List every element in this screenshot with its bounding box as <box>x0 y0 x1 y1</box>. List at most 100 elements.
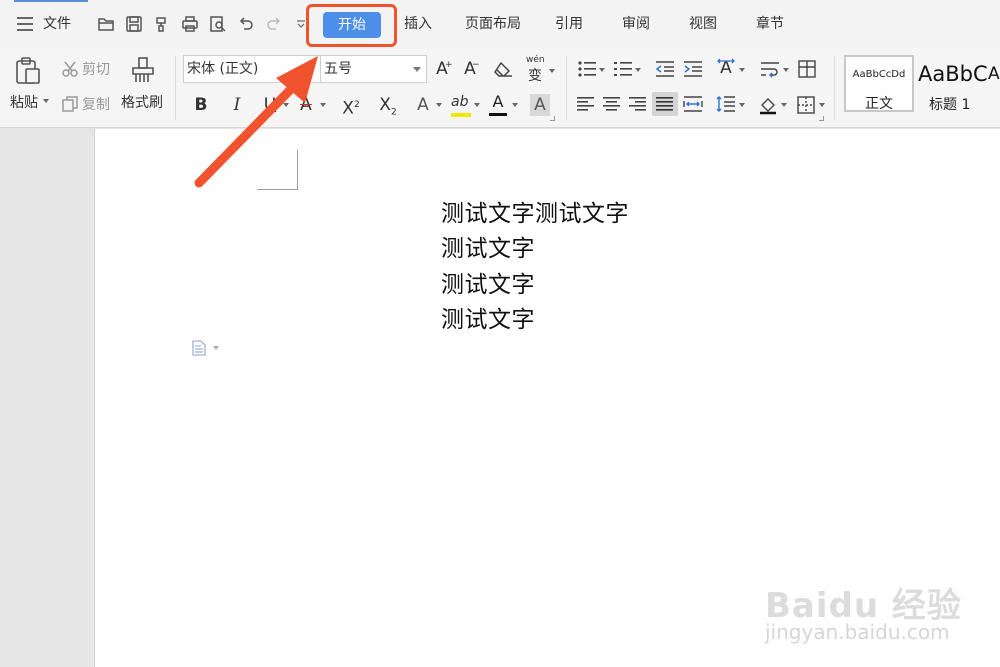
shading-icon[interactable] <box>758 95 778 115</box>
format-painter-icon[interactable] <box>153 15 171 33</box>
cut-label[interactable]: 剪切 <box>82 59 110 79</box>
table-insert-icon[interactable] <box>797 59 817 79</box>
paragraph-layout-dropdown-caret[interactable] <box>213 346 219 350</box>
text-direction-dropdown-caret[interactable] <box>739 68 745 72</box>
style-heading-1-sample: AaBbC <box>918 62 988 86</box>
pinyin-char: 变 <box>528 68 542 84</box>
document-line[interactable]: 测试文字测试文字 <box>441 194 629 228</box>
tab-page-layout[interactable]: 页面布局 <box>465 0 521 48</box>
numbered-list-dropdown-caret[interactable] <box>635 68 641 72</box>
text-effect-dropdown-caret[interactable] <box>436 103 442 107</box>
font-size-select[interactable]: 五号 <box>321 55 427 83</box>
borders-dropdown-caret[interactable] <box>819 103 825 107</box>
highlight-dropdown-caret[interactable] <box>474 103 480 107</box>
style-normal-sample: AaBbCcDd <box>852 69 906 80</box>
font-name-select[interactable]: 宋体 (正文) <box>183 55 321 83</box>
document-line[interactable]: 测试文字 <box>441 229 535 263</box>
underline-button[interactable]: U <box>262 94 278 116</box>
paste-dropdown-caret[interactable] <box>43 99 49 103</box>
paragraph-dialog-launcher[interactable] <box>819 116 824 121</box>
highlight-color-bar <box>451 113 471 117</box>
text-direction-button[interactable]: A <box>716 58 736 80</box>
highlight-button[interactable]: ab <box>451 93 471 117</box>
print-preview-icon[interactable] <box>209 15 227 33</box>
format-brush-icon[interactable] <box>130 56 156 86</box>
align-right-icon[interactable] <box>629 96 647 112</box>
format-painter-label[interactable]: 格式刷 <box>121 92 163 112</box>
pinyin-label: wén <box>526 55 545 65</box>
left-gutter <box>0 129 94 667</box>
undo-icon[interactable] <box>237 15 255 33</box>
paragraph-layout-icon[interactable] <box>192 340 206 356</box>
bullet-list-icon[interactable] <box>577 60 597 78</box>
line-break-icon[interactable] <box>760 60 780 78</box>
paste-icon[interactable] <box>14 56 42 86</box>
decrease-indent-icon[interactable] <box>655 60 675 78</box>
font-color-button[interactable]: A <box>489 93 507 117</box>
align-justify-icon <box>656 96 674 112</box>
open-icon[interactable] <box>97 15 115 33</box>
chevron-down-icon <box>413 67 421 72</box>
style-normal[interactable]: AaBbCcDd 正文 <box>844 55 914 112</box>
save-icon[interactable] <box>125 15 143 33</box>
distributed-align-icon[interactable] <box>683 95 703 113</box>
margin-corner-guide <box>297 150 298 189</box>
strikethrough-dropdown-caret[interactable] <box>320 103 326 107</box>
font-size-value: 五号 <box>324 61 352 77</box>
align-center-icon[interactable] <box>603 96 621 112</box>
grow-font-icon[interactable]: A + <box>433 58 452 80</box>
annotation-highlight-box <box>306 4 397 47</box>
document-line[interactable]: 测试文字 <box>441 265 535 299</box>
shrink-font-icon[interactable]: A − <box>461 58 479 80</box>
text-effect-button[interactable]: A <box>414 94 432 116</box>
font-name-value: 宋体 (正文) <box>187 61 259 77</box>
shading-dropdown-caret[interactable] <box>781 103 787 107</box>
tab-insert[interactable]: 插入 <box>404 0 432 48</box>
bold-button[interactable]: B <box>193 94 209 116</box>
group-separator <box>566 56 567 120</box>
borders-icon[interactable] <box>796 95 816 115</box>
char-shading-button[interactable]: A <box>530 94 550 116</box>
style-heading-1-name: 标题 1 <box>929 97 971 113</box>
copy-icon[interactable] <box>61 95 79 113</box>
align-left-icon[interactable] <box>577 96 595 112</box>
underline-dropdown-caret[interactable] <box>283 103 289 107</box>
numbered-list-icon[interactable] <box>613 60 633 78</box>
line-spacing-dropdown-caret[interactable] <box>739 103 745 107</box>
clear-format-icon[interactable] <box>493 60 513 78</box>
font-color-dropdown-caret[interactable] <box>512 103 518 107</box>
menu-bar: 文件 开始 插入 页面布局 引用 审阅 视图 章节 <box>0 0 1000 48</box>
watermark-url: jingyan.baidu.com <box>765 620 950 644</box>
increase-indent-icon[interactable] <box>683 60 703 78</box>
style-normal-name: 正文 <box>865 96 893 112</box>
tab-section[interactable]: 章节 <box>756 0 784 48</box>
font-color-bar <box>489 113 507 116</box>
strikethrough-button[interactable]: A <box>298 94 314 116</box>
line-break-dropdown-caret[interactable] <box>783 68 789 72</box>
file-menu[interactable]: 文件 <box>43 0 71 48</box>
paste-label[interactable]: 粘贴 <box>10 92 38 112</box>
hamburger-menu-icon[interactable] <box>17 17 33 31</box>
tab-references[interactable]: 引用 <box>555 0 583 48</box>
line-spacing-icon[interactable] <box>716 95 736 113</box>
print-icon[interactable] <box>181 15 199 33</box>
document-line[interactable]: 测试文字 <box>441 300 535 334</box>
margin-corner-guide <box>257 189 298 190</box>
copy-label[interactable]: 复制 <box>82 94 110 114</box>
pinyin-dropdown-caret[interactable] <box>549 69 555 73</box>
group-separator <box>175 56 176 120</box>
justify-button[interactable] <box>652 92 678 116</box>
italic-button[interactable]: I <box>229 94 245 116</box>
font-color-label: A <box>492 92 504 111</box>
highlight-label: ab <box>451 94 469 110</box>
tab-review[interactable]: 审阅 <box>622 0 650 48</box>
cut-icon[interactable] <box>61 60 79 78</box>
tab-view[interactable]: 视图 <box>689 0 717 48</box>
watermark: Baidu 经验 jingyan.baidu.com <box>765 562 997 662</box>
redo-icon[interactable] <box>265 15 283 33</box>
subscript-button[interactable]: X2 <box>377 94 399 123</box>
superscript-button[interactable]: X2 <box>340 94 362 120</box>
font-dialog-launcher[interactable] <box>550 116 555 121</box>
style-overflow-sample[interactable]: A <box>988 64 1000 84</box>
bullet-list-dropdown-caret[interactable] <box>599 68 605 72</box>
